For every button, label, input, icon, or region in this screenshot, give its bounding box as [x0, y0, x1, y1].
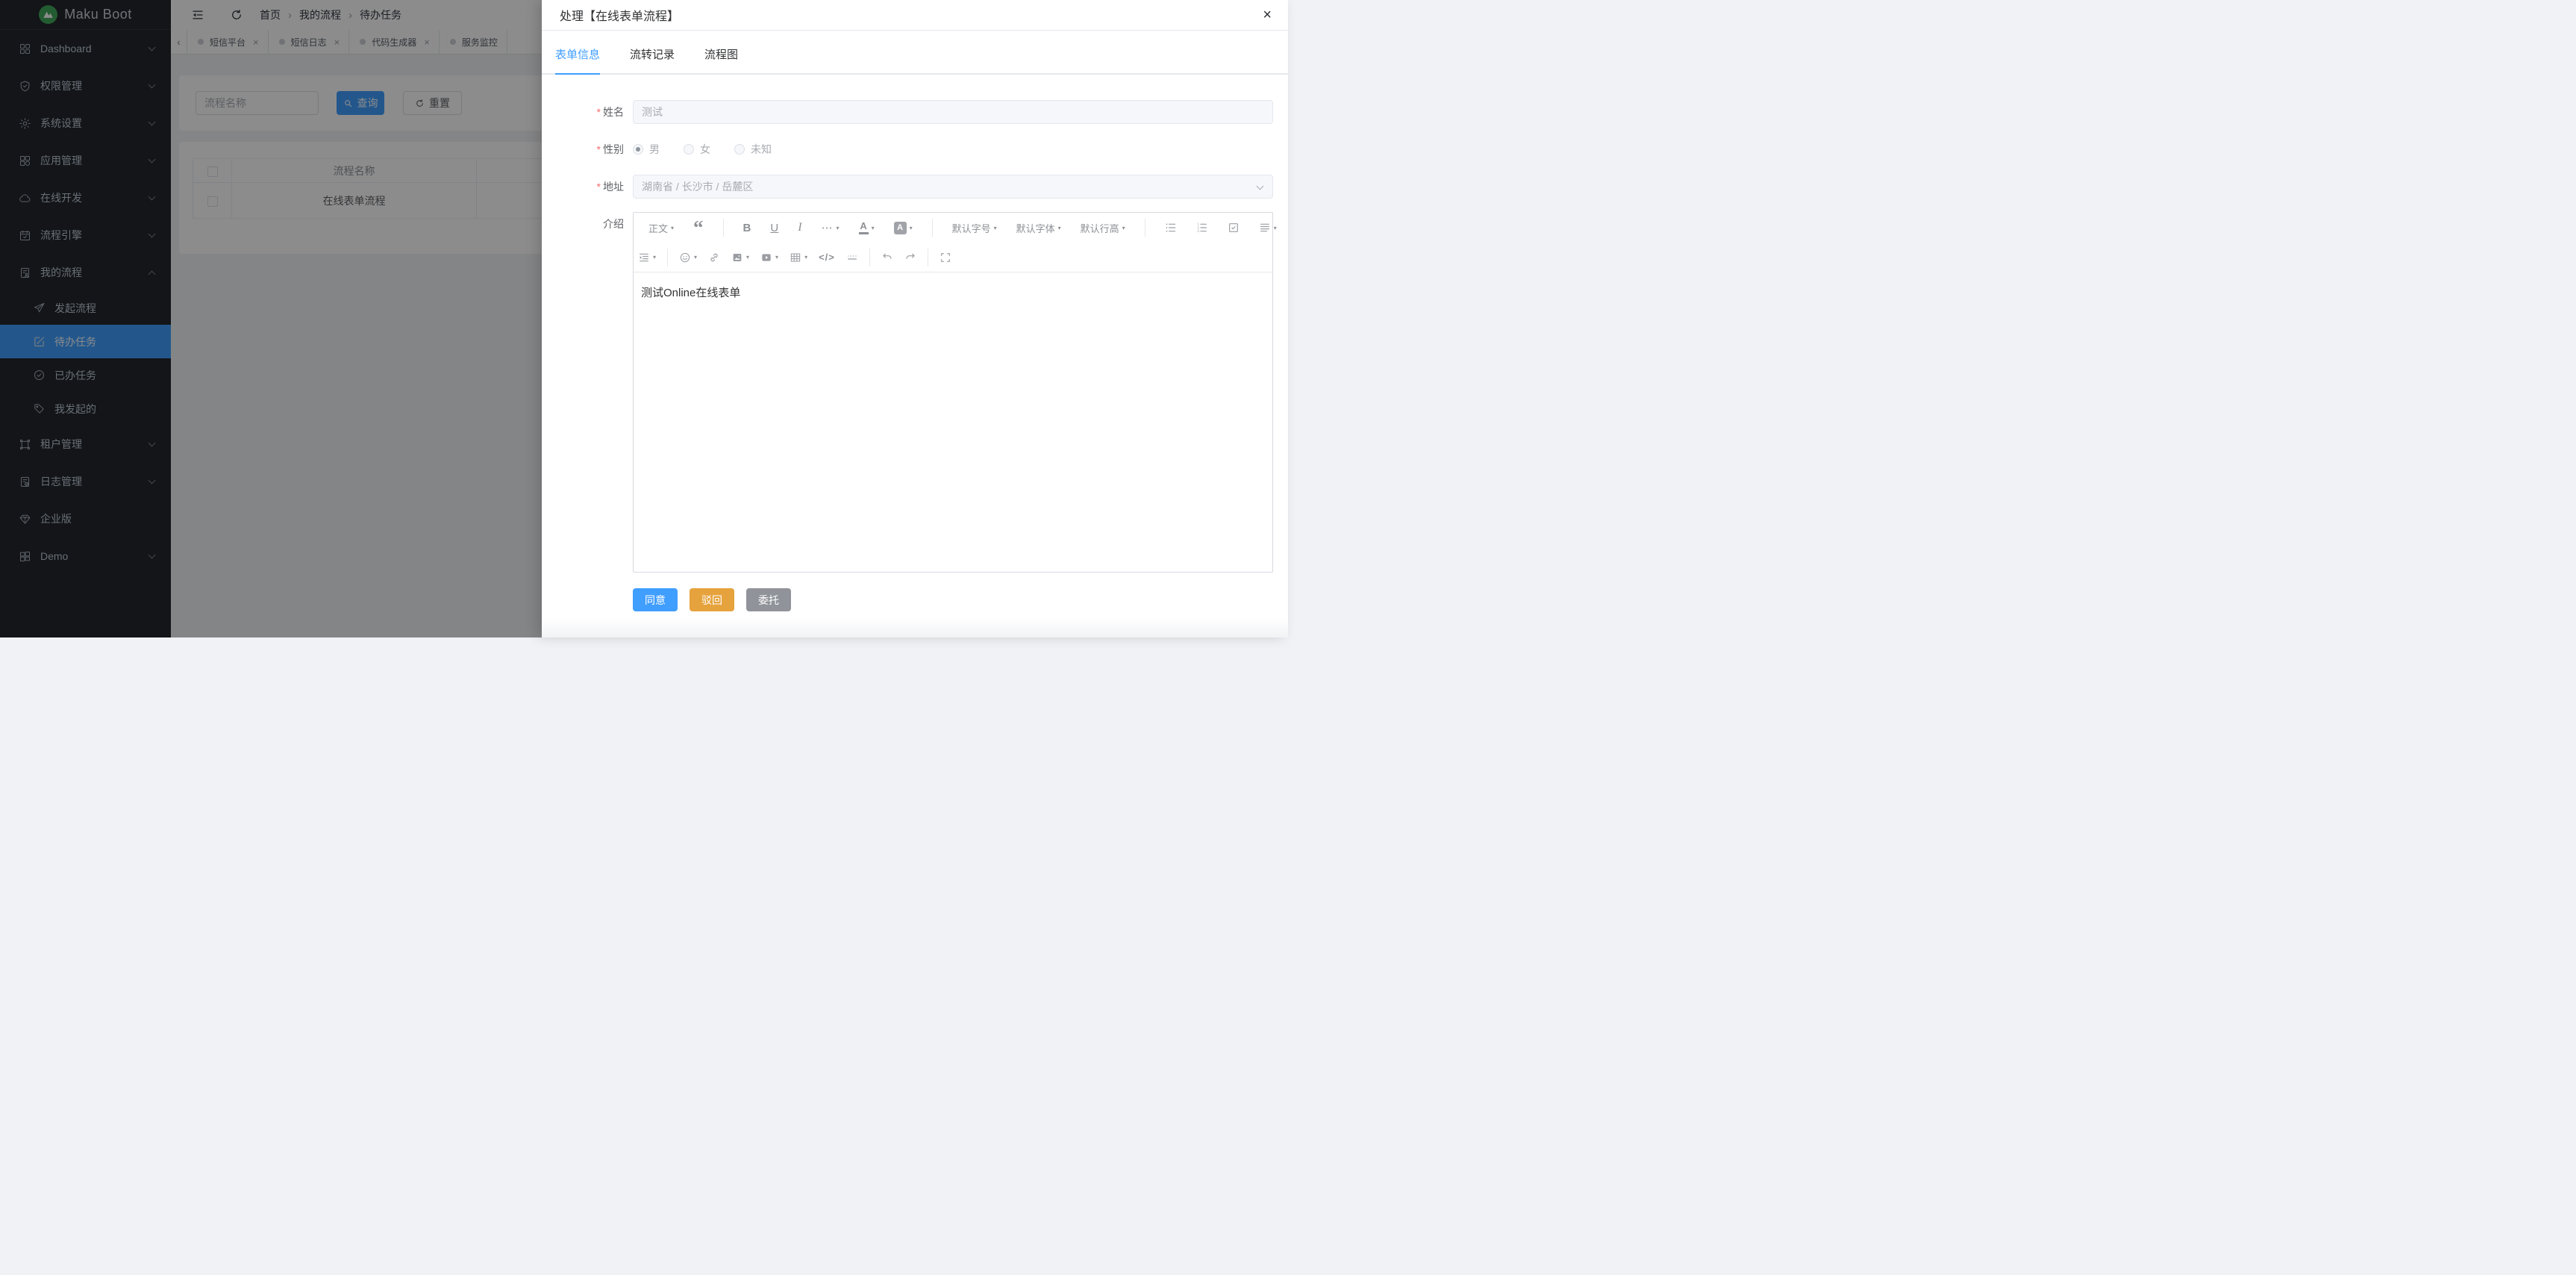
- process-drawer: 处理【在线表单流程】 × 表单信息 流转记录 流程图 *姓名 *性别 男 女: [542, 0, 1288, 638]
- todo-list-icon[interactable]: [1228, 222, 1239, 234]
- form-row-intro: 介绍 正文▾ “ B U I ⋯▾ A▾ A▾ 默认字号▾ 默认字体▾ 默认行高…: [542, 212, 1288, 573]
- font-color-dropdown[interactable]: A▾: [859, 222, 875, 234]
- drawer-footer-strip: [542, 618, 1288, 638]
- line-height-dropdown[interactable]: 默认行高▾: [1081, 221, 1125, 235]
- blockquote-icon[interactable]: “: [693, 222, 704, 233]
- dropdown-caret-icon: ▾: [910, 225, 913, 231]
- paragraph-style-dropdown[interactable]: 正文▾: [648, 221, 674, 235]
- table-dropdown[interactable]: ▾: [790, 252, 807, 264]
- tab-flow-records[interactable]: 流转记录: [630, 46, 675, 73]
- dropdown-caret-icon: ▾: [746, 254, 749, 261]
- gender-radio-group: 男 女 未知: [633, 137, 1273, 161]
- emoji-dropdown[interactable]: ▾: [679, 252, 697, 264]
- numbered-list-icon[interactable]: 123: [1196, 222, 1208, 234]
- drawer-actions: 同意 驳回 委托: [633, 588, 1288, 611]
- indent-dropdown[interactable]: ▾: [638, 252, 656, 264]
- fullscreen-icon[interactable]: [940, 252, 951, 264]
- dropdown-caret-icon: ▾: [1122, 225, 1125, 231]
- toolbar-divider: [869, 249, 870, 266]
- address-label: 地址: [603, 181, 624, 193]
- address-cascader[interactable]: 湖南省 / 长沙市 / 岳麓区: [633, 175, 1273, 199]
- italic-button[interactable]: I: [798, 221, 801, 234]
- gender-label: 性别: [603, 143, 624, 155]
- bg-color-dropdown[interactable]: A▾: [894, 222, 913, 234]
- delegate-button[interactable]: 委托: [746, 588, 791, 611]
- toolbar-divider: [932, 219, 933, 237]
- radio-unknown[interactable]: 未知: [734, 142, 772, 157]
- form-row-address: *地址 湖南省 / 长沙市 / 岳麓区: [542, 175, 1288, 199]
- required-asterisk: *: [597, 181, 601, 193]
- chevron-down-icon: [1257, 183, 1264, 190]
- bullet-list-icon[interactable]: [1165, 222, 1177, 234]
- radio-unselected-icon: [684, 144, 694, 155]
- radio-female[interactable]: 女: [684, 142, 710, 157]
- radio-selected-icon: [633, 144, 643, 155]
- dropdown-caret-icon: ▾: [671, 225, 674, 231]
- link-icon[interactable]: [708, 252, 720, 264]
- form-row-gender: *性别 男 女 未知: [542, 137, 1288, 161]
- close-icon[interactable]: ×: [1263, 7, 1272, 22]
- dropdown-caret-icon: ▾: [804, 254, 807, 261]
- undo-icon[interactable]: [881, 252, 893, 264]
- video-dropdown[interactable]: ▾: [760, 252, 778, 264]
- approve-button[interactable]: 同意: [633, 588, 678, 611]
- required-asterisk: *: [597, 106, 601, 118]
- editor-toolbar-row1: 正文▾ “ B U I ⋯▾ A▾ A▾ 默认字号▾ 默认字体▾ 默认行高▾ 1…: [634, 213, 1272, 243]
- dropdown-caret-icon: ▾: [994, 225, 997, 231]
- toolbar-divider: [667, 249, 668, 266]
- redo-icon[interactable]: [904, 252, 916, 264]
- bold-button[interactable]: B: [743, 222, 751, 234]
- font-size-dropdown[interactable]: 默认字号▾: [952, 221, 997, 235]
- underline-button[interactable]: U: [770, 222, 778, 234]
- align-dropdown[interactable]: ▾: [1259, 222, 1277, 234]
- radio-male[interactable]: 男: [633, 142, 660, 157]
- drawer-tabs: 表单信息 流转记录 流程图: [542, 31, 1288, 75]
- dropdown-caret-icon: ▾: [653, 254, 656, 261]
- reject-button[interactable]: 驳回: [690, 588, 734, 611]
- dropdown-caret-icon: ▾: [775, 254, 778, 261]
- more-styles-dropdown[interactable]: ⋯▾: [822, 221, 840, 234]
- form-row-name: *姓名: [542, 100, 1288, 124]
- drawer-header: 处理【在线表单流程】 ×: [542, 0, 1288, 31]
- dropdown-caret-icon: ▾: [694, 254, 697, 261]
- drawer-form: *姓名 *性别 男 女 未知 *地址: [542, 75, 1288, 611]
- font-family-dropdown[interactable]: 默认字体▾: [1016, 221, 1061, 235]
- required-asterisk: *: [597, 143, 601, 155]
- intro-label: 介绍: [603, 218, 624, 230]
- image-dropdown[interactable]: ▾: [731, 252, 749, 264]
- svg-text:3: 3: [1197, 229, 1199, 233]
- name-field[interactable]: [633, 100, 1273, 124]
- dropdown-caret-icon: ▾: [1274, 225, 1277, 231]
- dropdown-caret-icon: ▾: [837, 225, 840, 231]
- tab-form-info[interactable]: 表单信息: [555, 46, 600, 73]
- toolbar-divider: [723, 219, 724, 237]
- radio-unselected-icon: [734, 144, 745, 155]
- name-label: 姓名: [603, 106, 624, 118]
- dropdown-caret-icon: ▾: [1058, 225, 1061, 231]
- rich-text-editor: 正文▾ “ B U I ⋯▾ A▾ A▾ 默认字号▾ 默认字体▾ 默认行高▾ 1…: [633, 212, 1273, 573]
- divider-line-icon[interactable]: [846, 252, 858, 264]
- tab-flow-diagram[interactable]: 流程图: [704, 46, 738, 73]
- editor-content[interactable]: 测试Online在线表单: [634, 272, 1272, 572]
- drawer-title: 处理【在线表单流程】: [560, 6, 679, 24]
- dropdown-caret-icon: ▾: [872, 225, 875, 231]
- code-block-icon[interactable]: </>: [819, 252, 835, 263]
- editor-toolbar-row2: ▾ ▾ ▾ ▾ ▾ </>: [634, 243, 1272, 272]
